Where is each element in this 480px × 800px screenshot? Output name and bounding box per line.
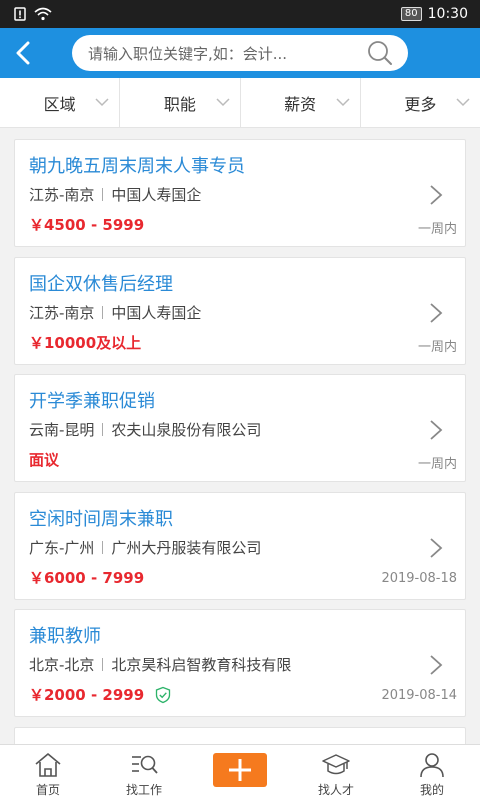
search-placeholder: 请输入职位关键字,如：会计...	[88, 44, 288, 63]
shield-check-icon	[156, 686, 171, 703]
tab-mine[interactable]: 我的	[384, 745, 480, 800]
tab-label: 首页	[35, 783, 60, 797]
job-card[interactable]: 国企双休售后经理 江苏-南京 中国人寿国企 ￥10000及以上 一周内	[14, 257, 466, 365]
job-location: 北京-北京	[29, 656, 95, 674]
job-location: 广东-广州	[29, 539, 95, 557]
chevron-right-icon	[430, 185, 443, 205]
search-icon[interactable]	[366, 39, 394, 67]
graduation-cap-icon	[322, 754, 350, 775]
job-company: 中国人寿国企	[111, 304, 202, 322]
tab-label: 找工作	[125, 783, 162, 797]
status-left	[14, 7, 52, 21]
job-card[interactable]: 空闲时间周末兼职 广东-广州 广州大丹服装有限公司 ￥6000 - 7999 2…	[14, 492, 466, 600]
salary-text: ￥10000及以上	[29, 334, 142, 352]
job-search-icon	[132, 755, 158, 774]
plus-icon	[229, 759, 251, 781]
header: 请输入职位关键字,如：会计...	[0, 28, 480, 78]
wifi-icon	[34, 7, 52, 21]
job-date: 2019-08-18	[381, 571, 457, 586]
battery-icon: 80	[400, 7, 422, 21]
tab-home[interactable]: 首页	[0, 745, 96, 800]
chevron-down-icon	[95, 98, 109, 107]
salary-text: 面议	[29, 451, 60, 469]
chevron-down-icon	[456, 98, 470, 107]
job-meta: 江苏-南京 中国人寿国企	[29, 302, 201, 323]
job-date: 一周内	[417, 340, 457, 355]
job-list: 朝九晚五周末周末人事专员 江苏-南京 中国人寿国企 ￥4500 - 5999 一…	[0, 128, 480, 744]
notification-icon	[14, 7, 26, 21]
status-right: 80 10:30	[400, 6, 468, 22]
tab-publish[interactable]	[192, 745, 288, 800]
filter-label: 职能	[163, 94, 196, 114]
plus-button[interactable]	[213, 753, 267, 787]
bottom-tab-bar: 首页 找工作 找人才 我的	[0, 744, 480, 800]
status-time: 10:30	[427, 6, 468, 22]
job-location: 江苏-南京	[29, 186, 95, 204]
meta-divider	[102, 658, 104, 671]
chevron-right-icon	[430, 420, 443, 440]
chevron-right-icon	[430, 303, 443, 323]
job-location: 江苏-南京	[29, 304, 95, 322]
filter-salary[interactable]: 薪资	[241, 78, 361, 127]
job-title: 开学季兼职促销	[29, 391, 155, 412]
meta-divider	[102, 188, 104, 201]
salary-text: ￥4500 - 5999	[29, 216, 145, 234]
job-card[interactable]	[14, 727, 466, 744]
job-meta: 江苏-南京 中国人寿国企	[29, 184, 201, 205]
job-salary: 面议	[29, 449, 59, 470]
job-card[interactable]: 开学季兼职促销 云南-昆明 农夫山泉股份有限公司 面议 一周内	[14, 374, 466, 482]
chevron-down-icon	[215, 98, 230, 107]
job-title: 兼职教师	[29, 626, 101, 647]
job-date: 2019-08-14	[381, 688, 457, 703]
job-salary: ￥2000 - 2999	[29, 684, 172, 705]
job-company: 农夫山泉股份有限公司	[111, 421, 262, 439]
filter-more[interactable]: 更多	[361, 78, 480, 127]
job-company: 中国人寿国企	[111, 186, 202, 204]
job-meta: 云南-昆明 农夫山泉股份有限公司	[29, 419, 261, 440]
filter-label: 薪资	[284, 94, 317, 114]
search-input[interactable]: 请输入职位关键字,如：会计...	[72, 35, 408, 71]
chevron-right-icon	[430, 538, 443, 558]
job-date: 一周内	[417, 222, 457, 237]
tab-find-talent[interactable]: 找人才	[288, 745, 384, 800]
home-icon	[35, 753, 61, 777]
job-title: 朝九晚五周末周末人事专员	[29, 156, 245, 177]
filter-bar: 区域 职能 薪资 更多	[0, 78, 480, 128]
job-title: 空闲时间周末兼职	[29, 509, 173, 530]
back-arrow-icon	[16, 41, 30, 65]
meta-divider	[102, 306, 104, 319]
salary-text: ￥6000 - 7999	[29, 569, 145, 587]
job-salary: ￥4500 - 5999	[29, 214, 144, 235]
filter-label: 区域	[43, 94, 76, 114]
salary-text: ￥2000 - 2999	[29, 686, 145, 704]
job-company: 广州大丹服装有限公司	[111, 539, 262, 557]
filter-region[interactable]: 区域	[0, 78, 121, 127]
chevron-down-icon	[336, 98, 350, 107]
job-card[interactable]: 朝九晚五周末周末人事专员 江苏-南京 中国人寿国企 ￥4500 - 5999 一…	[14, 139, 466, 247]
tab-find-job[interactable]: 找工作	[96, 745, 192, 800]
job-card[interactable]: 兼职教师 北京-北京 北京昊科启智教育科技有限 ￥2000 - 2999 201…	[14, 609, 466, 717]
job-meta: 广东-广州 广州大丹服装有限公司	[29, 537, 261, 558]
filter-label: 更多	[404, 94, 437, 114]
status-bar: 80 10:30	[0, 0, 480, 28]
job-salary: ￥10000及以上	[29, 332, 141, 353]
user-icon	[420, 753, 444, 778]
job-location: 云南-昆明	[29, 421, 95, 439]
job-salary: ￥6000 - 7999	[29, 567, 144, 588]
back-button[interactable]	[0, 28, 46, 78]
meta-divider	[102, 423, 104, 436]
job-title: 国企双休售后经理	[29, 274, 173, 295]
meta-divider	[102, 541, 104, 554]
job-meta: 北京-北京 北京昊科启智教育科技有限	[29, 654, 291, 675]
chevron-right-icon	[430, 655, 443, 675]
job-company: 北京昊科启智教育科技有限	[111, 656, 292, 674]
filter-function[interactable]: 职能	[120, 78, 241, 127]
tab-label: 找人才	[317, 783, 354, 797]
tab-label: 我的	[419, 783, 444, 797]
job-date: 一周内	[417, 457, 457, 472]
